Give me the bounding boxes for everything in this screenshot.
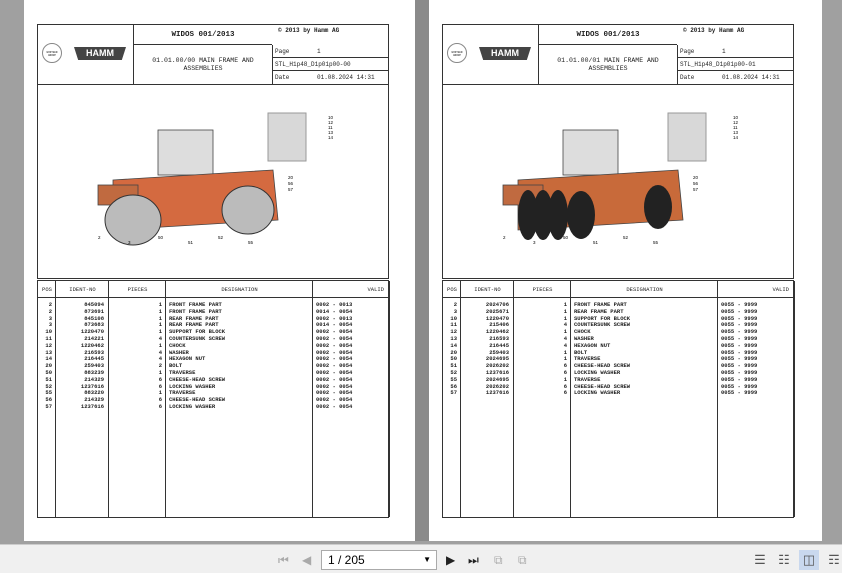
copyright: © 2013 by Hamm AG xyxy=(278,27,340,34)
section-description: 01.01.00/01 MAIN FRAME AND ASSEMBLIES xyxy=(539,45,677,84)
roller-illustration xyxy=(502,112,707,240)
page-field: Page 1 xyxy=(678,45,793,58)
description-line-2: ASSEMBLIES xyxy=(183,65,223,72)
column-header: PIECES xyxy=(514,281,571,298)
copyright: © 2013 by Hamm AG xyxy=(683,27,745,34)
previous-view-icon[interactable]: ⧉ xyxy=(494,553,503,568)
table-cell: 6 xyxy=(158,403,162,410)
facing-view-icon[interactable]: ◫ xyxy=(799,550,819,570)
date-field: Date 01.08.2024 14:31 xyxy=(678,71,793,84)
parts-table: POS IDENT-NO PIECES DESIGNATION VALID 2 845094… xyxy=(37,280,390,518)
navigation-toolbar: ⏮ ◀ 1 / 205 ▼ ▶ ⏭ ⧉ ⧉ ☰ ☷ ◫ ☶ xyxy=(0,544,842,573)
column-header: POS xyxy=(38,281,56,298)
roller-illustration xyxy=(97,112,307,246)
page-label: Page xyxy=(680,48,695,55)
table-cell: 0055 - 9999 xyxy=(721,389,758,397)
page-label: Page xyxy=(275,48,290,55)
callout-label: 14 xyxy=(733,135,739,140)
callout-label: 57 xyxy=(693,187,699,192)
table-row: 57 1237616 6 LOCKING WASHER 0055 - 9999 xyxy=(443,390,793,397)
continuous-view-icon[interactable]: ☷ xyxy=(774,550,794,570)
page-number-value: 1 / 205 xyxy=(328,553,365,567)
column-header: VALID xyxy=(718,281,795,298)
table-row: 57 1237616 6 LOCKING WASHER 0002 - 0054 xyxy=(38,403,388,411)
document-title: WIDOS 001/2013 xyxy=(539,25,677,45)
column-header: IDENT-NO xyxy=(461,281,514,298)
parts-table: POS IDENT-NO PIECES DESIGNATION VALID 2 202470… xyxy=(442,280,795,518)
column-header: DESIGNATION xyxy=(571,281,718,298)
document-page-1: WIRTGEN GROUP HAMM WIDOS 001/2013 © 2013 by… xyxy=(24,0,415,541)
date-value: 01.08.2024 14:31 xyxy=(722,74,780,81)
page-gap xyxy=(415,0,429,541)
table-cell: 0002 - 0054 xyxy=(316,403,353,410)
callout-label: 14 xyxy=(328,135,334,140)
callout-label: 55 xyxy=(653,240,659,245)
page-header: WIRTGEN GROUP HAMM WIDOS 001/2013 © 2013 by… xyxy=(37,24,389,85)
column-header: POS xyxy=(443,281,461,298)
callout-label: 50 xyxy=(563,235,569,240)
hamm-logo: HAMM xyxy=(479,47,531,60)
callout-label: 51 xyxy=(593,240,599,245)
page-meta: Page 1 STL_H1p48_D1p01p00-00 Date 01.08.2024… xyxy=(272,45,388,84)
column-header: VALID xyxy=(313,281,390,298)
exploded-view-illustration: 10 12 11 13 14 20 56 57 2 3 50 51 52 55 xyxy=(37,85,389,279)
hamm-logo: HAMM xyxy=(74,47,126,60)
date-label: Date xyxy=(680,74,695,81)
table-cell: 6 xyxy=(563,389,567,397)
date-field: Date 01.08.2024 14:31 xyxy=(273,71,388,84)
callout-label: 52 xyxy=(623,235,629,240)
date-label: Date xyxy=(275,74,290,81)
single-page-view-icon[interactable]: ☰ xyxy=(750,550,770,570)
callout-label: 56 xyxy=(288,181,294,186)
next-page-icon[interactable]: ▶ xyxy=(446,553,455,567)
callout-label: 20 xyxy=(288,175,294,180)
callout-label: 50 xyxy=(158,235,164,240)
doc-id-field: STL_H1p48_D1p01p00-01 xyxy=(678,58,793,71)
wirtgen-logo: WIRTGEN GROUP xyxy=(447,43,467,63)
table-cell: LOCKING WASHER xyxy=(574,389,621,397)
table-cell: 57 xyxy=(450,389,457,397)
chevron-down-icon[interactable]: ▼ xyxy=(423,551,431,569)
first-page-icon[interactable]: ⏮ xyxy=(278,553,289,568)
page-header: WIRTGEN GROUP HAMM WIDOS 001/2013 © 2013 by… xyxy=(442,24,794,85)
table-cell: LOCKING WASHER xyxy=(169,403,216,410)
callout-label: 55 xyxy=(248,240,254,245)
page-value: 1 xyxy=(722,48,726,55)
next-view-icon[interactable]: ⧉ xyxy=(518,553,527,568)
callout-label: 52 xyxy=(218,235,224,240)
callout-label: 57 xyxy=(288,187,294,192)
callout-label: 2 xyxy=(98,235,101,240)
section-description: 01.01.00/00 MAIN FRAME AND ASSEMBLIES xyxy=(134,45,272,84)
doc-id-field: STL_H1p48_D1p01p00-00 xyxy=(273,58,388,71)
description-line-2: ASSEMBLIES xyxy=(588,65,628,72)
page-meta: Page 1 STL_H1p48_D1p01p00-01 Date 01.08.2024… xyxy=(677,45,793,84)
document-page-2: WIRTGEN GROUP HAMM WIDOS 001/2013 © 2013 by… xyxy=(429,0,822,541)
table-cell: 57 xyxy=(45,403,52,410)
document-title: WIDOS 001/2013 xyxy=(134,25,272,45)
page-number-input[interactable]: 1 / 205 ▼ xyxy=(321,550,437,570)
last-page-icon[interactable]: ⏭ xyxy=(468,553,479,568)
previous-page-icon[interactable]: ◀ xyxy=(302,553,311,567)
callout-label: 20 xyxy=(693,175,699,180)
callout-label: 56 xyxy=(693,181,699,186)
date-value: 01.08.2024 14:31 xyxy=(317,74,375,81)
logo-area: WIRTGEN GROUP HAMM xyxy=(38,25,134,84)
callout-label: 3 xyxy=(533,240,536,245)
page-field: Page 1 xyxy=(273,45,388,58)
logo-area: WIRTGEN GROUP HAMM xyxy=(443,25,539,84)
callout-label: 3 xyxy=(128,240,131,245)
column-header: IDENT-NO xyxy=(56,281,109,298)
exploded-view-illustration: 10 12 11 13 14 20 56 57 2 3 50 51 52 55 xyxy=(442,85,794,279)
wirtgen-logo: WIRTGEN GROUP xyxy=(42,43,62,63)
page-value: 1 xyxy=(317,48,321,55)
description-line-1: 01.01.00/01 MAIN FRAME AND xyxy=(557,57,659,64)
callout-label: 51 xyxy=(188,240,194,245)
continuous-facing-view-icon[interactable]: ☶ xyxy=(824,550,842,570)
table-cell: 1237616 xyxy=(485,389,509,397)
column-header: PIECES xyxy=(109,281,166,298)
column-header: DESIGNATION xyxy=(166,281,313,298)
description-line-1: 01.01.00/00 MAIN FRAME AND xyxy=(152,57,254,64)
callout-label: 2 xyxy=(503,235,506,240)
table-cell: 1237616 xyxy=(80,403,104,410)
